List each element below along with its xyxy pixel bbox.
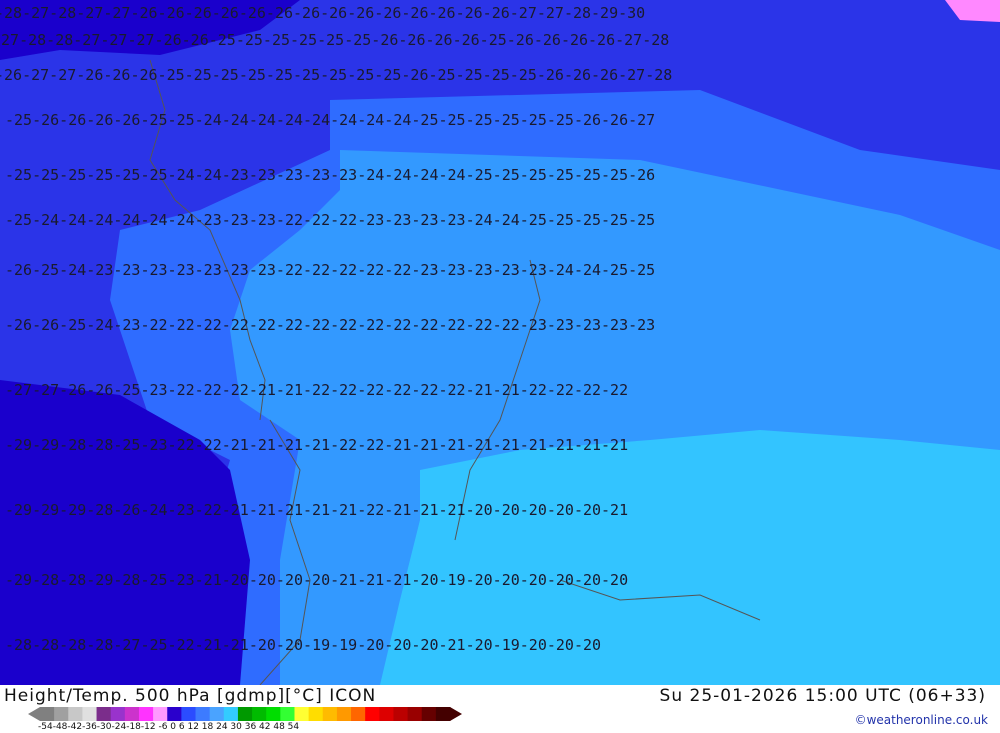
scale-swatch	[209, 707, 225, 721]
scale-swatch	[280, 707, 295, 721]
scale-swatch	[237, 707, 253, 721]
scale-swatch	[195, 707, 211, 721]
scale-swatch	[167, 707, 182, 721]
scale-swatch	[54, 707, 69, 721]
scale-swatch	[351, 707, 366, 721]
scale-swatch	[336, 707, 352, 721]
contour-label-row: -29-28-28-29-28-25-23-21-20-20-20-20-21-…	[5, 571, 628, 589]
scale-swatch	[181, 707, 197, 721]
map-title: Height/Temp. 500 hPa [gdmp][°C] ICON	[4, 686, 377, 706]
contour-label-row: -27-27-26-26-25-23-22-22-22-21-21-22-22-…	[5, 381, 628, 399]
scale-swatch	[365, 707, 380, 721]
contour-label-row: -26-25-24-23-23-23-23-23-23-23-22-22-22-…	[5, 261, 655, 279]
scale-swatch	[421, 707, 437, 721]
scale-arrow-right	[450, 707, 462, 721]
contour-label-row: -27-28-28-27-27-27-26-26-25-25-25-25-25-…	[0, 31, 669, 49]
scale-swatch	[393, 707, 409, 721]
scale-swatch	[223, 707, 239, 721]
contour-label-row: -29-29-28-28-25-23-22-22-21-21-21-21-22-…	[5, 436, 628, 454]
credit-link[interactable]: ©weatheronline.co.uk	[855, 713, 988, 727]
scale-swatch	[308, 707, 324, 721]
scale-swatch	[435, 707, 451, 721]
scale-swatch	[266, 707, 281, 721]
scale-arrow-left	[28, 707, 40, 721]
valid-time: Su 25-01-2026 15:00 UTC (06+33)	[659, 686, 986, 706]
scale-swatch	[124, 707, 140, 721]
color-scale-bar	[28, 707, 462, 721]
contour-label-row: -25-26-26-26-26-25-25-24-24-24-24-24-24-…	[5, 111, 655, 129]
contour-label-row: -25-24-24-24-24-24-24-23-23-23-22-22-22-…	[5, 211, 655, 229]
scale-swatch	[252, 707, 267, 721]
color-scale-ticks: -54-48-42-36-30-24-18-12 -6 0 6 12 18 24…	[38, 722, 300, 732]
weather-map: -28-27-28-27-27-26-26-26-26-26-26-26-26-…	[0, 0, 1000, 685]
contour-label-row: -28-28-28-28-27-25-22-21-21-20-20-19-19-…	[5, 636, 601, 654]
contour-label-row: -25-25-25-25-25-25-24-24-23-23-23-23-23-…	[5, 166, 655, 184]
scale-swatch	[379, 707, 394, 721]
scale-swatch	[96, 707, 112, 721]
scale-swatch	[322, 707, 338, 721]
temperature-field: -28-27-28-27-27-26-26-26-26-26-26-26-26-…	[0, 0, 1000, 685]
scale-swatch	[68, 707, 83, 721]
contour-label-row: -28-27-28-27-27-26-26-26-26-26-26-26-26-…	[0, 4, 645, 22]
scale-swatch	[138, 707, 154, 721]
scale-swatch	[40, 707, 55, 721]
scale-swatch	[82, 707, 98, 721]
scale-swatch	[407, 707, 423, 721]
contour-label-row: -26-27-27-26-26-26-25-25-25-25-25-25-25-…	[0, 66, 672, 84]
color-scale	[28, 706, 468, 721]
scale-swatch	[110, 707, 126, 721]
contour-label-row: -26-26-25-24-23-22-22-22-22-22-22-22-22-…	[5, 316, 655, 334]
contour-label-row: -29-29-29-28-26-24-23-22-21-21-21-21-21-…	[5, 501, 628, 519]
scale-swatch	[153, 707, 168, 721]
scale-swatch	[294, 707, 310, 721]
